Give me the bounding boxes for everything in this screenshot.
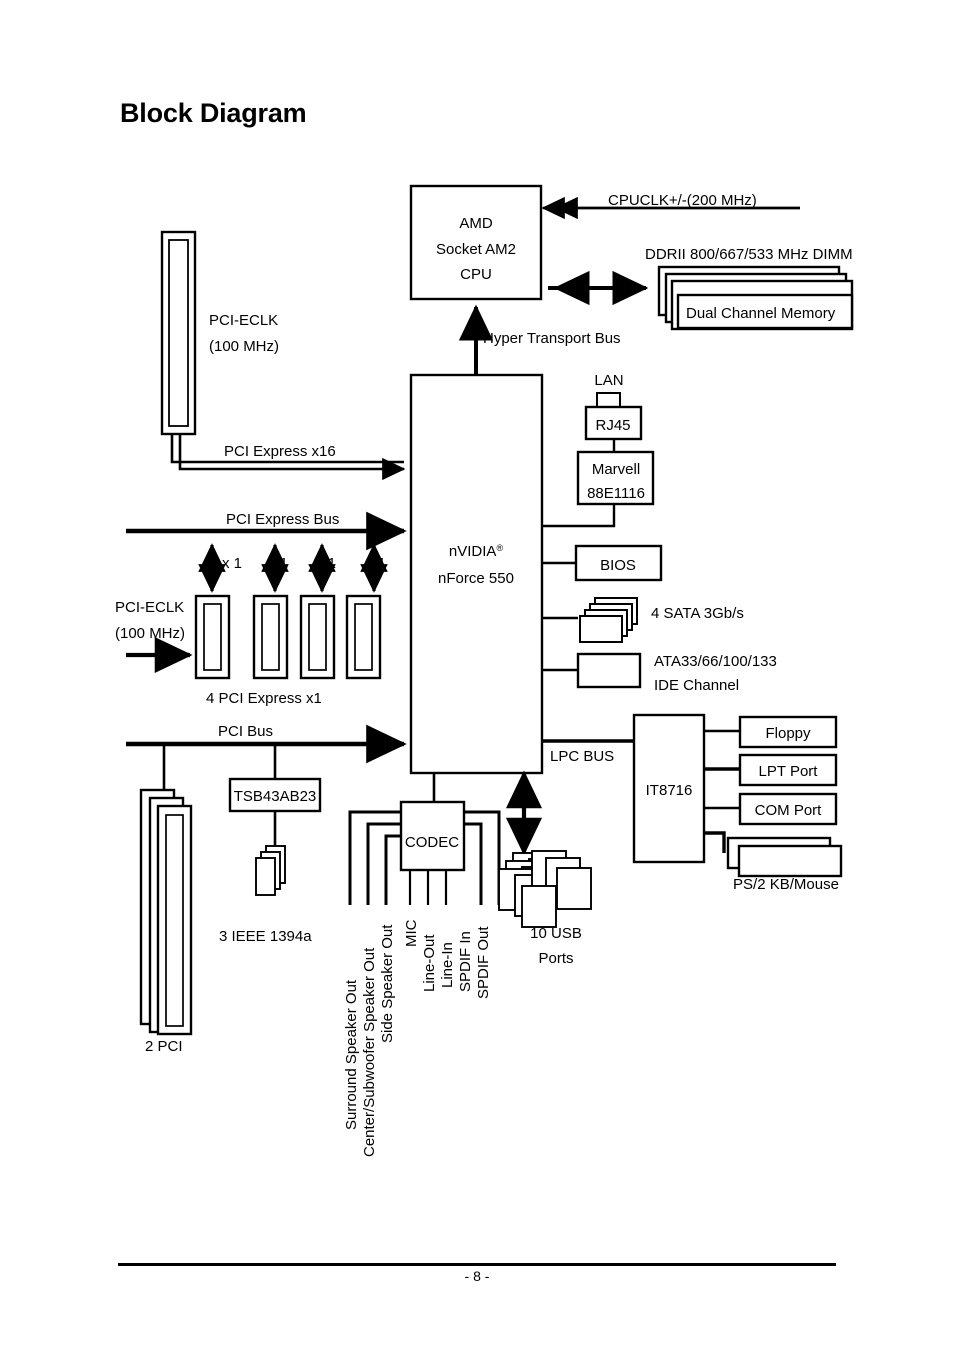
pcie-x1-label-2: x 1: [268, 555, 288, 572]
pcie-x1-slot-4-inner: [354, 603, 373, 671]
pci-eclk-top-line2: (100 MHz): [209, 338, 279, 355]
marvell-label-line2: 88E1116: [587, 485, 645, 502]
ps2-label: PS/2 KB/Mouse: [733, 876, 839, 893]
usb-port-10: [556, 867, 592, 910]
ps2-connector-2: [737, 844, 843, 878]
pcie-x1-label-4: x 1: [366, 555, 386, 572]
ieee1394-port-3: [255, 857, 276, 896]
pcie-x1-slots-label: 4 PCI Express x1: [206, 690, 322, 707]
pci-slots-label: 2 PCI: [145, 1038, 183, 1055]
sata-label: 4 SATA 3Gb/s: [651, 605, 744, 622]
codec-lead-surround: [348, 810, 401, 905]
pci-bus-label: PCI Bus: [218, 723, 273, 740]
pcie-x1-label-3: x 1: [316, 555, 336, 572]
firewire-chip-label: TSB43AB23: [234, 788, 317, 805]
hypertransport-label: Hyper Transport Bus: [483, 330, 621, 347]
pci-eclk-bottom-line2: (100 MHz): [115, 625, 185, 642]
footer-divider: [118, 1263, 836, 1266]
ps2-line: [704, 831, 726, 853]
ide-label-line1: ATA33/66/100/133: [654, 653, 777, 670]
sata-port-4: [579, 615, 623, 643]
pcie-x1-slot-3-inner: [308, 603, 327, 671]
ide-connector-block: [576, 652, 642, 689]
dimm-header-label: DDRII 800/667/533 MHz DIMM: [645, 246, 853, 263]
usb-label-line1: 10 USB: [530, 925, 582, 942]
audio-port-label-center-subwoofer: Center/Subwoofer Speaker Out: [361, 947, 378, 1157]
superio-label: IT8716: [646, 782, 693, 799]
pci-eclk-bottom-line1: PCI-ECLK: [115, 599, 184, 616]
cpu-label-line2: Socket AM2: [436, 241, 516, 258]
audio-port-label-spdif-in: SPDIF In: [457, 931, 474, 992]
cpuclk-label: CPUCLK+/-(200 MHz): [608, 192, 757, 209]
footer-page-number: - 8 -: [464, 1268, 490, 1284]
codec-lead-side: [384, 834, 401, 905]
floppy-label: Floppy: [765, 725, 811, 742]
audio-port-label-spdif-out: SPDIF Out: [475, 926, 492, 999]
pcie-x1-slot-1-inner: [203, 603, 222, 671]
pcie-bus-label: PCI Express Bus: [226, 511, 339, 528]
pci-eclk-top-line1: PCI-ECLK: [209, 312, 278, 329]
ide-label-line2: IDE Channel: [654, 677, 739, 694]
nforce-label-line1: nVIDIA®: [449, 543, 504, 560]
nforce-label-line2: nForce 550: [438, 570, 514, 587]
ieee1394-label: 3 IEEE 1394a: [219, 928, 312, 945]
cpu-label-line1: AMD: [459, 215, 493, 232]
usb-label-line2: Ports: [538, 950, 573, 967]
audio-port-label-surround: Surround Speaker Out: [343, 979, 360, 1130]
pcie-x16-label: PCI Express x16: [224, 443, 336, 460]
pcie-x1-slot-2-inner: [261, 603, 280, 671]
audio-port-label-side: Side Speaker Out: [379, 924, 396, 1043]
usb-port-9: [521, 885, 557, 928]
cpu-label-line3: CPU: [460, 266, 492, 283]
lan-label: LAN: [594, 372, 623, 389]
pcie-x16-slot-inner: [168, 239, 189, 427]
lan-connector: [596, 392, 621, 408]
pci-slot-inner: [165, 814, 184, 1027]
marvell-label-line1: Marvell: [592, 461, 640, 478]
com-label: COM Port: [755, 802, 823, 819]
audio-port-label-line-in: Line-In: [439, 942, 456, 988]
codec-lead-spdif-in: [464, 822, 483, 905]
codec-label: CODEC: [405, 834, 459, 851]
bios-label: BIOS: [600, 557, 636, 574]
page-canvas: Block Diagram AMD Socket AM2 CPU CPUCLK+…: [0, 0, 954, 1354]
lpc-bus-label: LPC BUS: [550, 748, 614, 765]
audio-port-label-mic: MIC: [403, 919, 420, 947]
marvell-to-nforce-line: [541, 504, 616, 528]
audio-port-label-line-out: Line-Out: [421, 934, 438, 992]
rj45-label: RJ45: [595, 417, 630, 434]
pcie-x1-label-1: x 1: [222, 555, 242, 572]
memory-label: Dual Channel Memory: [686, 305, 836, 322]
lpt-label: LPT Port: [759, 763, 819, 780]
block-diagram: AMD Socket AM2 CPU CPUCLK+/-(200 MHz) DD…: [115, 184, 854, 1157]
